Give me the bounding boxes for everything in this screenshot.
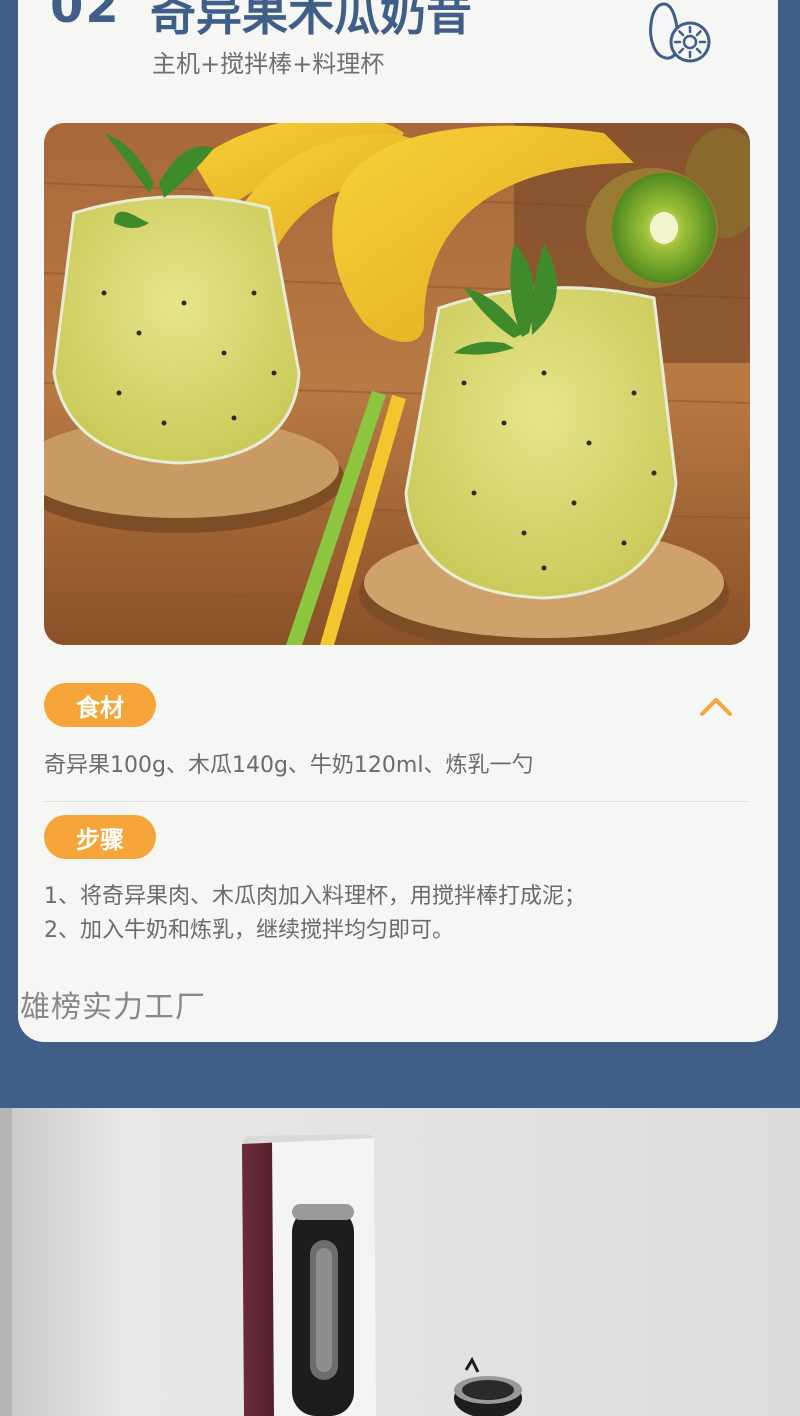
ingredients-text: 奇异果100g、木瓜140g、牛奶120ml、炼乳一勺 <box>44 753 534 778</box>
kiwi-smoothie-photo <box>44 123 750 645</box>
divider <box>44 801 748 802</box>
recipe-number: 02 <box>50 0 121 34</box>
hand-blender-product-photo <box>0 1108 800 1416</box>
steps-tag: 步骤 <box>44 815 156 859</box>
ingredients-tag: 食材 <box>44 683 156 727</box>
step-1: 1、将奇异果肉、木瓜肉加入料理杯，用搅拌棒打成泥； <box>44 884 586 909</box>
recipe-title: 奇异果木瓜奶昔 <box>150 0 472 41</box>
chevron-up-icon[interactable] <box>696 690 736 720</box>
kiwi-icon <box>649 2 711 63</box>
recipe-card: 02 奇异果木瓜奶昔 主机+搅拌棒+料理杯 食材 奇异果100g、木瓜140g、… <box>18 0 778 1042</box>
factory-watermark: 雄榜实力工厂 <box>20 990 206 1025</box>
recipe-subtitle: 主机+搅拌棒+料理杯 <box>152 50 385 78</box>
step-2: 2、加入牛奶和炼乳，继续搅拌均匀即可。 <box>44 918 454 943</box>
